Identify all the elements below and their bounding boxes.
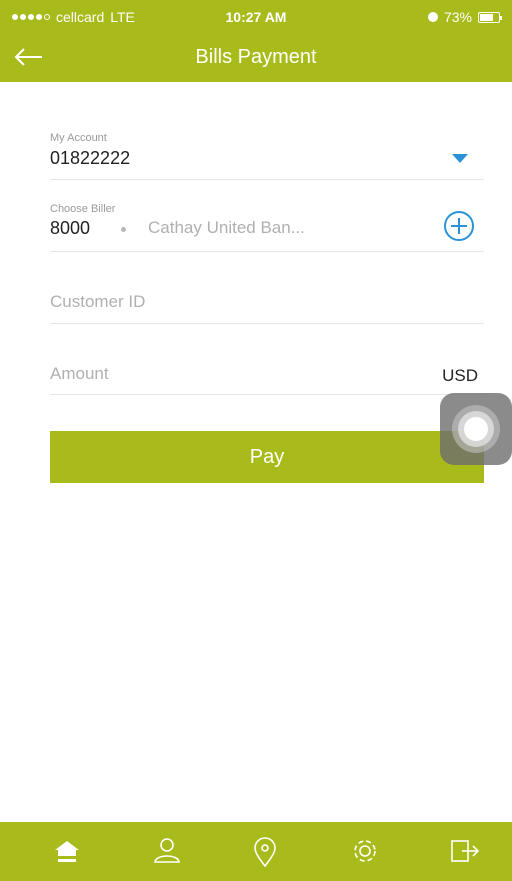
tab-location[interactable]	[214, 822, 316, 881]
alarm-icon	[427, 12, 438, 22]
account-select[interactable]: My Account 01822222	[50, 128, 484, 180]
battery-percent: 73%	[443, 9, 472, 25]
tab-home[interactable]	[16, 822, 118, 881]
assistive-touch-button[interactable]	[440, 393, 512, 465]
biller-select[interactable]: Choose Biller 8000 Cathay United Ban...	[50, 199, 484, 252]
add-biller-button[interactable]	[444, 211, 474, 241]
chevron-down-icon	[452, 154, 468, 163]
home-icon	[55, 841, 79, 862]
account-label: My Account	[50, 132, 107, 144]
separator-dot	[121, 227, 126, 232]
customer-id-placeholder: Customer ID	[50, 292, 146, 311]
biller-code: 8000	[50, 218, 91, 238]
customer-id-input[interactable]: Customer ID	[50, 273, 484, 324]
amount-placeholder: Amount	[50, 364, 109, 383]
app-header: cellcard LTE 10:27 AM 73% Bills Payment	[0, 0, 512, 82]
location-icon	[254, 837, 276, 868]
plus-icon	[451, 218, 467, 234]
tab-profile[interactable]	[116, 822, 218, 881]
pay-button[interactable]: Pay	[50, 431, 484, 483]
tab-logout[interactable]	[412, 822, 512, 881]
biller-name: Cathay United Ban...	[148, 218, 305, 237]
amount-input[interactable]: Amount USD	[50, 345, 484, 395]
currency-label: USD	[442, 366, 478, 385]
battery-info: 73%	[427, 9, 502, 25]
tab-settings[interactable]	[314, 822, 416, 881]
user-icon	[154, 838, 180, 863]
biller-label: Choose Biller	[50, 203, 116, 215]
settings-icon	[354, 840, 376, 862]
bottom-tab-bar	[0, 822, 512, 881]
logout-icon	[451, 840, 480, 862]
status-bar: cellcard LTE 10:27 AM 73%	[0, 0, 512, 34]
page-title: Bills Payment	[195, 46, 317, 68]
battery-icon	[478, 11, 502, 23]
account-value: 01822222	[50, 148, 131, 168]
